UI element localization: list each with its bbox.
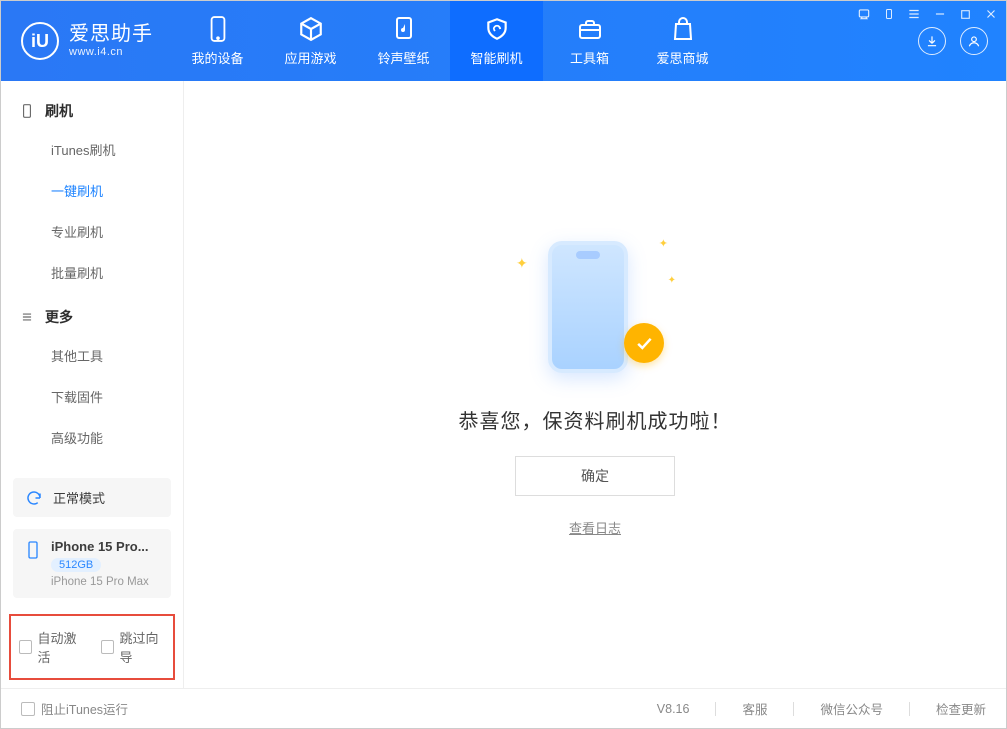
divider (715, 702, 716, 716)
checkbox-skip-guide[interactable]: 跳过向导 (101, 628, 165, 666)
brand-subtitle: www.i4.cn (69, 46, 153, 59)
tab-label: 工具箱 (570, 48, 609, 67)
brand-logo-icon: iU (21, 22, 59, 60)
success-message: 恭喜您，保资料刷机成功啦！ (459, 405, 732, 434)
view-log-link[interactable]: 查看日志 (569, 518, 621, 537)
brand: iU 爱思助手 www.i4.cn (1, 1, 171, 81)
sparkle-icon: ✦ (668, 275, 676, 286)
tab-apps[interactable]: 应用游戏 (264, 1, 357, 81)
music-icon (391, 16, 417, 42)
check-update-link[interactable]: 检查更新 (936, 699, 986, 718)
check-badge-icon (624, 323, 664, 363)
sidebar-item-batch-flash[interactable]: 批量刷机 (1, 252, 183, 293)
option-highlight-box: 自动激活 跳过向导 (9, 614, 175, 680)
divider (793, 702, 794, 716)
sparkle-icon: ✦ (659, 237, 668, 250)
bag-icon (670, 16, 696, 42)
sidebar-group-flash: 刷机 iTunes刷机 一键刷机 专业刷机 批量刷机 (1, 91, 183, 297)
maximize-icon[interactable] (959, 8, 972, 21)
refresh-shield-icon (484, 16, 510, 42)
tab-flash[interactable]: 智能刷机 (450, 1, 543, 81)
phone-illustration-icon (548, 241, 628, 373)
checkbox-icon (19, 640, 32, 654)
checkbox-icon (21, 702, 35, 716)
checkbox-label: 阻止iTunes运行 (41, 699, 128, 718)
tab-store[interactable]: 爱思商城 (636, 1, 729, 81)
sidebar-group-more: 更多 其他工具 下载固件 高级功能 (1, 297, 183, 462)
device-model: iPhone 15 Pro Max (51, 576, 149, 588)
brand-title: 爱思助手 (69, 23, 153, 46)
success-illustration: ✦ ✦ ✦ (530, 233, 660, 383)
checkbox-label: 跳过向导 (120, 628, 166, 666)
download-button[interactable] (918, 27, 946, 55)
tab-device[interactable]: 我的设备 (171, 1, 264, 81)
feedback-icon[interactable] (857, 7, 871, 21)
sidebar-item-pro-flash[interactable]: 专业刷机 (1, 211, 183, 252)
tab-ringtone[interactable]: 铃声壁纸 (357, 1, 450, 81)
device-icon (25, 539, 41, 561)
tab-label: 铃声壁纸 (377, 48, 429, 67)
ok-button[interactable]: 确定 (515, 456, 675, 496)
device-name: iPhone 15 Pro... (51, 539, 149, 554)
device-icon (205, 16, 231, 42)
version-label: V8.16 (657, 702, 690, 716)
account-button[interactable] (960, 27, 988, 55)
checkbox-icon (101, 640, 114, 654)
list-icon (19, 309, 35, 325)
tab-label: 爱思商城 (656, 48, 708, 67)
sidebar-item-download-firmware[interactable]: 下载固件 (1, 376, 183, 417)
checkbox-block-itunes[interactable]: 阻止iTunes运行 (21, 699, 128, 718)
device-mode-label: 正常模式 (53, 488, 105, 507)
toolbox-icon (577, 16, 603, 42)
sync-icon (25, 489, 43, 507)
device-card[interactable]: iPhone 15 Pro... 512GB iPhone 15 Pro Max (13, 529, 171, 598)
divider (909, 702, 910, 716)
menu-icon[interactable] (907, 7, 921, 21)
phone-mini-icon[interactable] (883, 7, 895, 21)
sidebar-item-other-tools[interactable]: 其他工具 (1, 335, 183, 376)
device-mode-card[interactable]: 正常模式 (13, 478, 171, 517)
sidebar-item-advanced[interactable]: 高级功能 (1, 417, 183, 458)
sidebar-item-oneclick-flash[interactable]: 一键刷机 (1, 170, 183, 211)
checkbox-label: 自动激活 (38, 628, 84, 666)
phone-outline-icon (19, 103, 35, 119)
tab-label: 应用游戏 (284, 48, 336, 67)
cube-icon (298, 16, 324, 42)
minimize-icon[interactable] (933, 7, 947, 21)
tab-toolbox[interactable]: 工具箱 (543, 1, 636, 81)
close-icon[interactable] (984, 7, 998, 21)
sidebar-item-itunes-flash[interactable]: iTunes刷机 (1, 129, 183, 170)
tab-label: 我的设备 (191, 48, 243, 67)
checkbox-auto-activate[interactable]: 自动激活 (19, 628, 83, 666)
tab-label: 智能刷机 (470, 48, 522, 67)
support-link[interactable]: 客服 (742, 699, 767, 718)
sparkle-icon: ✦ (516, 255, 528, 272)
sidebar-group-title: 刷机 (45, 101, 73, 121)
wechat-link[interactable]: 微信公众号 (820, 699, 883, 718)
storage-badge: 512GB (51, 558, 101, 572)
sidebar-group-title: 更多 (45, 307, 73, 327)
